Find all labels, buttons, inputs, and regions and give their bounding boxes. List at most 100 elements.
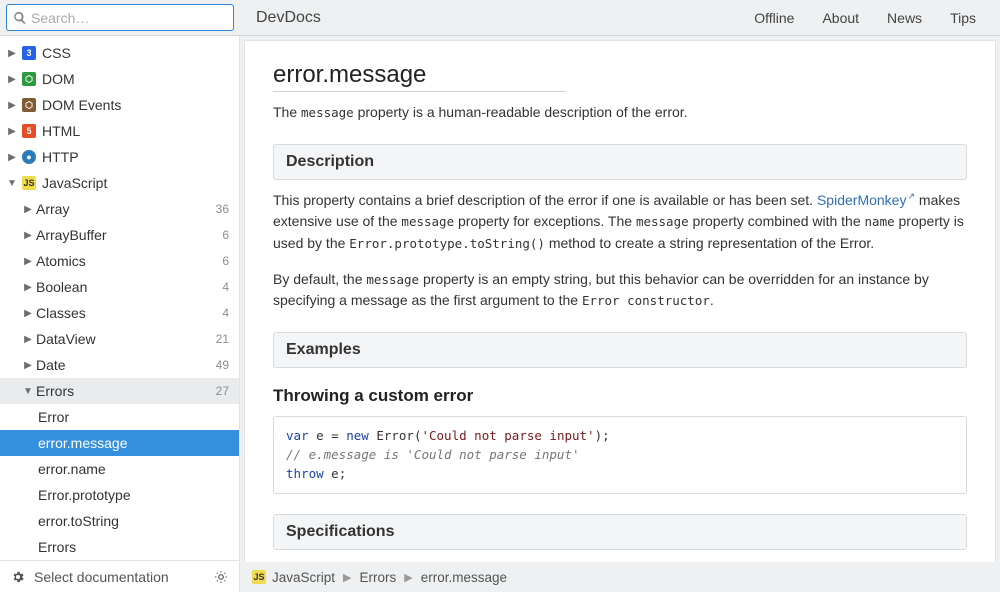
nav-about[interactable]: About: [822, 10, 859, 26]
example-subheading: Throwing a custom error: [273, 386, 967, 406]
specifications-heading: Specifications: [273, 514, 967, 550]
description-heading: Description: [273, 144, 967, 180]
sidebar-item-error[interactable]: Error: [0, 404, 239, 430]
page-title: error.message: [273, 61, 967, 92]
breadcrumb-part[interactable]: JavaScript: [272, 570, 335, 585]
sidebar-scroll[interactable]: ▶ 3 CSS ▶ ⬡ DOM ▶ ⬡ DOM Events ▶ 5 HTML …: [0, 36, 239, 560]
css-icon: 3: [20, 46, 38, 60]
tostring-link[interactable]: Error.prototype.toString(): [349, 235, 545, 251]
sidebar-item-html[interactable]: ▶ 5 HTML: [0, 118, 239, 144]
theme-toggle-icon[interactable]: [213, 570, 229, 584]
select-documentation-button[interactable]: Select documentation: [0, 560, 239, 592]
sidebar-item-label: DataView: [36, 331, 216, 347]
nav-news[interactable]: News: [887, 10, 922, 26]
sidebar-item-label: HTTP: [42, 149, 229, 165]
chevron-right-icon: ▶: [20, 230, 36, 241]
header-nav: Offline About News Tips: [754, 10, 1000, 26]
sidebar-item-errors-list[interactable]: Errors: [0, 534, 239, 560]
sidebar-item-dom[interactable]: ▶ ⬡ DOM: [0, 66, 239, 92]
sidebar-item-label: error.name: [38, 461, 229, 477]
name-prop-link[interactable]: name: [865, 213, 895, 229]
search-icon: [13, 11, 27, 25]
nav-offline[interactable]: Offline: [754, 10, 794, 26]
sidebar-item-label: HTML: [42, 123, 229, 139]
error-constructor-link[interactable]: Error constructor: [582, 292, 710, 308]
chevron-right-icon: ▶: [20, 204, 36, 215]
sidebar-item-dataview[interactable]: ▶ DataView 21: [0, 326, 239, 352]
header: DevDocs Offline About News Tips: [0, 0, 1000, 36]
breadcrumb: JS JavaScript ▶ Errors ▶ error.message: [240, 562, 1000, 592]
breadcrumb-part[interactable]: Errors: [360, 570, 397, 585]
chevron-right-icon: ▶: [4, 48, 20, 59]
sidebar-item-dom-events[interactable]: ▶ ⬡ DOM Events: [0, 92, 239, 118]
sidebar-item-atomics[interactable]: ▶ Atomics 6: [0, 248, 239, 274]
sidebar-item-errors[interactable]: ▼ Errors 27: [0, 378, 239, 404]
sidebar: ▶ 3 CSS ▶ ⬡ DOM ▶ ⬡ DOM Events ▶ 5 HTML …: [0, 36, 240, 592]
sidebar-item-classes[interactable]: ▶ Classes 4: [0, 300, 239, 326]
chevron-right-icon: ▶: [20, 334, 36, 345]
sidebar-item-label: Errors: [38, 539, 229, 555]
examples-heading: Examples: [273, 332, 967, 368]
chevron-down-icon: ▼: [20, 386, 36, 397]
chevron-right-icon: ▶: [4, 126, 20, 137]
gear-icon: [10, 570, 26, 584]
chevron-right-icon: ▶: [20, 360, 36, 371]
sidebar-item-label: CSS: [42, 45, 229, 61]
description-paragraph-2: By default, the message property is an e…: [273, 269, 967, 312]
sidebar-item-label: DOM: [42, 71, 229, 87]
nav-tips[interactable]: Tips: [950, 10, 976, 26]
sidebar-item-array[interactable]: ▶ Array 36: [0, 196, 239, 222]
content-area: error.message The message property is a …: [240, 36, 1000, 592]
breadcrumb-current: error.message: [421, 570, 507, 585]
intro-paragraph: The message property is a human-readable…: [273, 102, 967, 124]
js-icon: JS: [252, 570, 266, 584]
sidebar-item-http[interactable]: ▶ ● HTTP: [0, 144, 239, 170]
dom-events-icon: ⬡: [20, 98, 38, 112]
sidebar-item-label: Boolean: [36, 279, 222, 295]
count-badge: 4: [222, 280, 229, 294]
sidebar-item-error-message[interactable]: error.message: [0, 430, 239, 456]
sidebar-item-boolean[interactable]: ▶ Boolean 4: [0, 274, 239, 300]
chevron-right-icon: ▶: [343, 571, 351, 584]
sidebar-item-label: ArrayBuffer: [36, 227, 222, 243]
chevron-down-icon: ▼: [4, 178, 20, 189]
sidebar-footer-label: Select documentation: [34, 569, 169, 585]
search-input[interactable]: [27, 10, 227, 26]
description-paragraph-1: This property contains a brief descripti…: [273, 190, 967, 255]
sidebar-item-error-tostring[interactable]: error.toString: [0, 508, 239, 534]
chevron-right-icon: ▶: [20, 282, 36, 293]
code-block: var e = new Error('Could not parse input…: [273, 416, 967, 494]
sidebar-item-css[interactable]: ▶ 3 CSS: [0, 40, 239, 66]
sidebar-item-error-name[interactable]: error.name: [0, 456, 239, 482]
content-scroll[interactable]: error.message The message property is a …: [244, 40, 996, 562]
sidebar-item-javascript[interactable]: ▼ JS JavaScript: [0, 170, 239, 196]
count-badge: 49: [216, 358, 229, 372]
sidebar-item-label: Error.prototype: [38, 487, 229, 503]
sidebar-item-label: DOM Events: [42, 97, 229, 113]
sidebar-item-label: Date: [36, 357, 216, 373]
js-icon: JS: [20, 176, 38, 190]
sidebar-item-label: Classes: [36, 305, 222, 321]
sidebar-item-label: error.message: [38, 435, 229, 451]
html-icon: 5: [20, 124, 38, 138]
chevron-right-icon: ▶: [4, 74, 20, 85]
sidebar-item-label: Errors: [36, 383, 216, 399]
spidermonkey-link[interactable]: SpiderMonkey: [817, 192, 915, 208]
sidebar-item-date[interactable]: ▶ Date 49: [0, 352, 239, 378]
dom-icon: ⬡: [20, 72, 38, 86]
sidebar-item-label: Array: [36, 201, 216, 217]
sidebar-item-arraybuffer[interactable]: ▶ ArrayBuffer 6: [0, 222, 239, 248]
count-badge: 36: [216, 202, 229, 216]
sidebar-item-error-prototype[interactable]: Error.prototype: [0, 482, 239, 508]
http-icon: ●: [20, 150, 38, 164]
brand: DevDocs: [240, 9, 321, 27]
sidebar-item-label: Atomics: [36, 253, 222, 269]
count-badge: 27: [216, 384, 229, 398]
main: ▶ 3 CSS ▶ ⬡ DOM ▶ ⬡ DOM Events ▶ 5 HTML …: [0, 36, 1000, 592]
count-badge: 6: [222, 228, 229, 242]
chevron-right-icon: ▶: [4, 100, 20, 111]
chevron-right-icon: ▶: [404, 571, 412, 584]
search-wrapper: [0, 0, 240, 35]
count-badge: 21: [216, 332, 229, 346]
search-box[interactable]: [6, 4, 234, 31]
